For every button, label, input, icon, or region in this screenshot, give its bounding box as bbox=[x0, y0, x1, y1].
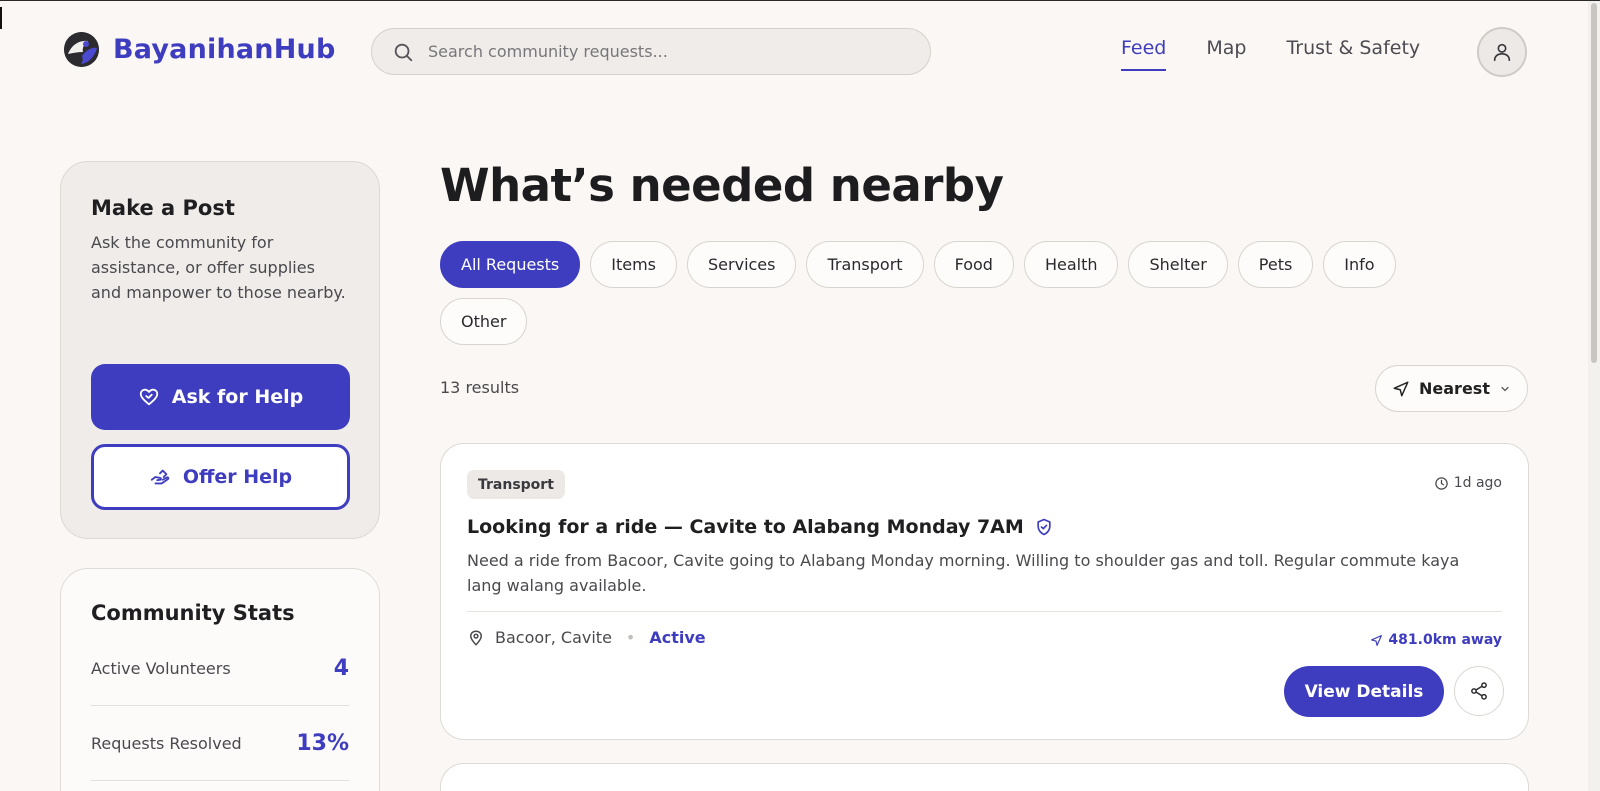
chip-pets[interactable]: Pets bbox=[1237, 241, 1314, 288]
sort-dropdown[interactable]: Nearest bbox=[1375, 365, 1528, 412]
share-button[interactable] bbox=[1454, 666, 1504, 716]
chip-info[interactable]: Info bbox=[1323, 241, 1396, 288]
navigation-arrow-icon bbox=[1393, 381, 1409, 396]
card-description: Need a ride from Bacoor, Cavite going to… bbox=[467, 551, 1460, 595]
stat-row-requests-resolved: Requests Resolved 13% bbox=[91, 706, 349, 781]
search-icon bbox=[394, 43, 413, 61]
make-post-panel: Make a Post Ask the community for assist… bbox=[60, 161, 380, 539]
ask-for-help-label: Ask for Help bbox=[171, 386, 304, 408]
card-distance-text: 481.0km away bbox=[1388, 632, 1502, 648]
ask-for-help-button[interactable]: Ask for Help bbox=[91, 364, 350, 430]
make-post-description: Ask the community for assistance, or off… bbox=[91, 233, 346, 302]
separator-dot: • bbox=[625, 628, 636, 647]
stat-label: Requests Resolved bbox=[91, 733, 242, 753]
nav-feed[interactable]: Feed bbox=[1121, 37, 1167, 71]
card-divider bbox=[467, 611, 1502, 612]
offer-help-button[interactable]: Offer Help bbox=[91, 444, 350, 510]
results-count: 13 results bbox=[440, 378, 520, 397]
community-stats-title: Community Stats bbox=[91, 601, 295, 625]
chip-food[interactable]: Food bbox=[933, 241, 1014, 288]
clock-icon bbox=[1434, 476, 1448, 490]
stat-value: 13% bbox=[296, 730, 349, 756]
chip-other[interactable]: Other bbox=[440, 298, 528, 345]
category-tag: Transport bbox=[467, 470, 565, 499]
request-card[interactable]: Transport 1d ago Looking for a ride — Ca… bbox=[440, 443, 1529, 740]
make-post-title: Make a Post bbox=[91, 196, 235, 220]
avatar-button[interactable] bbox=[1477, 27, 1527, 77]
verified-shield-icon bbox=[1037, 518, 1051, 536]
card-location: Bacoor, Cavite bbox=[495, 628, 612, 647]
share-icon bbox=[1471, 682, 1487, 700]
card-time: 1d ago bbox=[1434, 475, 1502, 491]
sort-label: Nearest bbox=[1419, 379, 1490, 398]
chip-all-requests[interactable]: All Requests bbox=[440, 241, 581, 288]
stat-label: Active Volunteers bbox=[91, 658, 231, 678]
card-distance: 481.0km away bbox=[1370, 632, 1502, 648]
hand-offer-icon bbox=[150, 469, 170, 485]
brand[interactable]: BayanihanHub bbox=[64, 32, 335, 67]
offer-help-label: Offer Help bbox=[182, 466, 293, 488]
request-card-partial[interactable] bbox=[440, 763, 1529, 791]
page-title: What’s needed nearby bbox=[440, 159, 1004, 212]
chip-shelter[interactable]: Shelter bbox=[1128, 241, 1228, 288]
nav-trust-safety[interactable]: Trust & Safety bbox=[1286, 37, 1420, 71]
community-stats-panel: Community Stats Active Volunteers 4 Requ… bbox=[60, 568, 380, 791]
card-time-text: 1d ago bbox=[1453, 475, 1502, 491]
nav-map[interactable]: Map bbox=[1206, 37, 1246, 71]
stat-value: 4 bbox=[333, 655, 349, 681]
user-icon bbox=[1493, 43, 1511, 62]
chip-items[interactable]: Items bbox=[590, 241, 678, 288]
scrollbar-thumb[interactable] bbox=[1591, 3, 1597, 363]
chip-transport[interactable]: Transport bbox=[806, 241, 924, 288]
search-bar[interactable] bbox=[371, 28, 931, 75]
status-badge: Active bbox=[649, 628, 706, 647]
card-title[interactable]: Looking for a ride — Cavite to Alabang M… bbox=[467, 516, 1054, 538]
main-nav: Feed Map Trust & Safety bbox=[1121, 37, 1420, 71]
category-filter-chips: All Requests Items Services Transport Fo… bbox=[440, 241, 1440, 345]
brand-name: BayanihanHub bbox=[113, 34, 336, 65]
chip-services[interactable]: Services bbox=[687, 241, 797, 288]
chevron-down-icon bbox=[1501, 386, 1509, 391]
card-title-text: Looking for a ride — Cavite to Alabang M… bbox=[467, 516, 1024, 538]
view-details-button[interactable]: View Details bbox=[1284, 666, 1444, 717]
navigation-arrow-icon bbox=[1371, 634, 1383, 646]
map-pin-icon bbox=[469, 629, 483, 646]
stat-row-active-volunteers: Active Volunteers 4 bbox=[91, 631, 349, 706]
page-scrollbar[interactable] bbox=[1588, 1, 1600, 791]
heart-hands-icon bbox=[139, 388, 158, 406]
chip-health[interactable]: Health bbox=[1023, 241, 1119, 288]
card-meta: Bacoor, Cavite • Active bbox=[467, 628, 706, 647]
search-input[interactable] bbox=[428, 42, 888, 61]
top-header: BayanihanHub Feed Map Trust & Safety bbox=[0, 1, 1588, 101]
brand-logo-icon bbox=[64, 32, 99, 67]
